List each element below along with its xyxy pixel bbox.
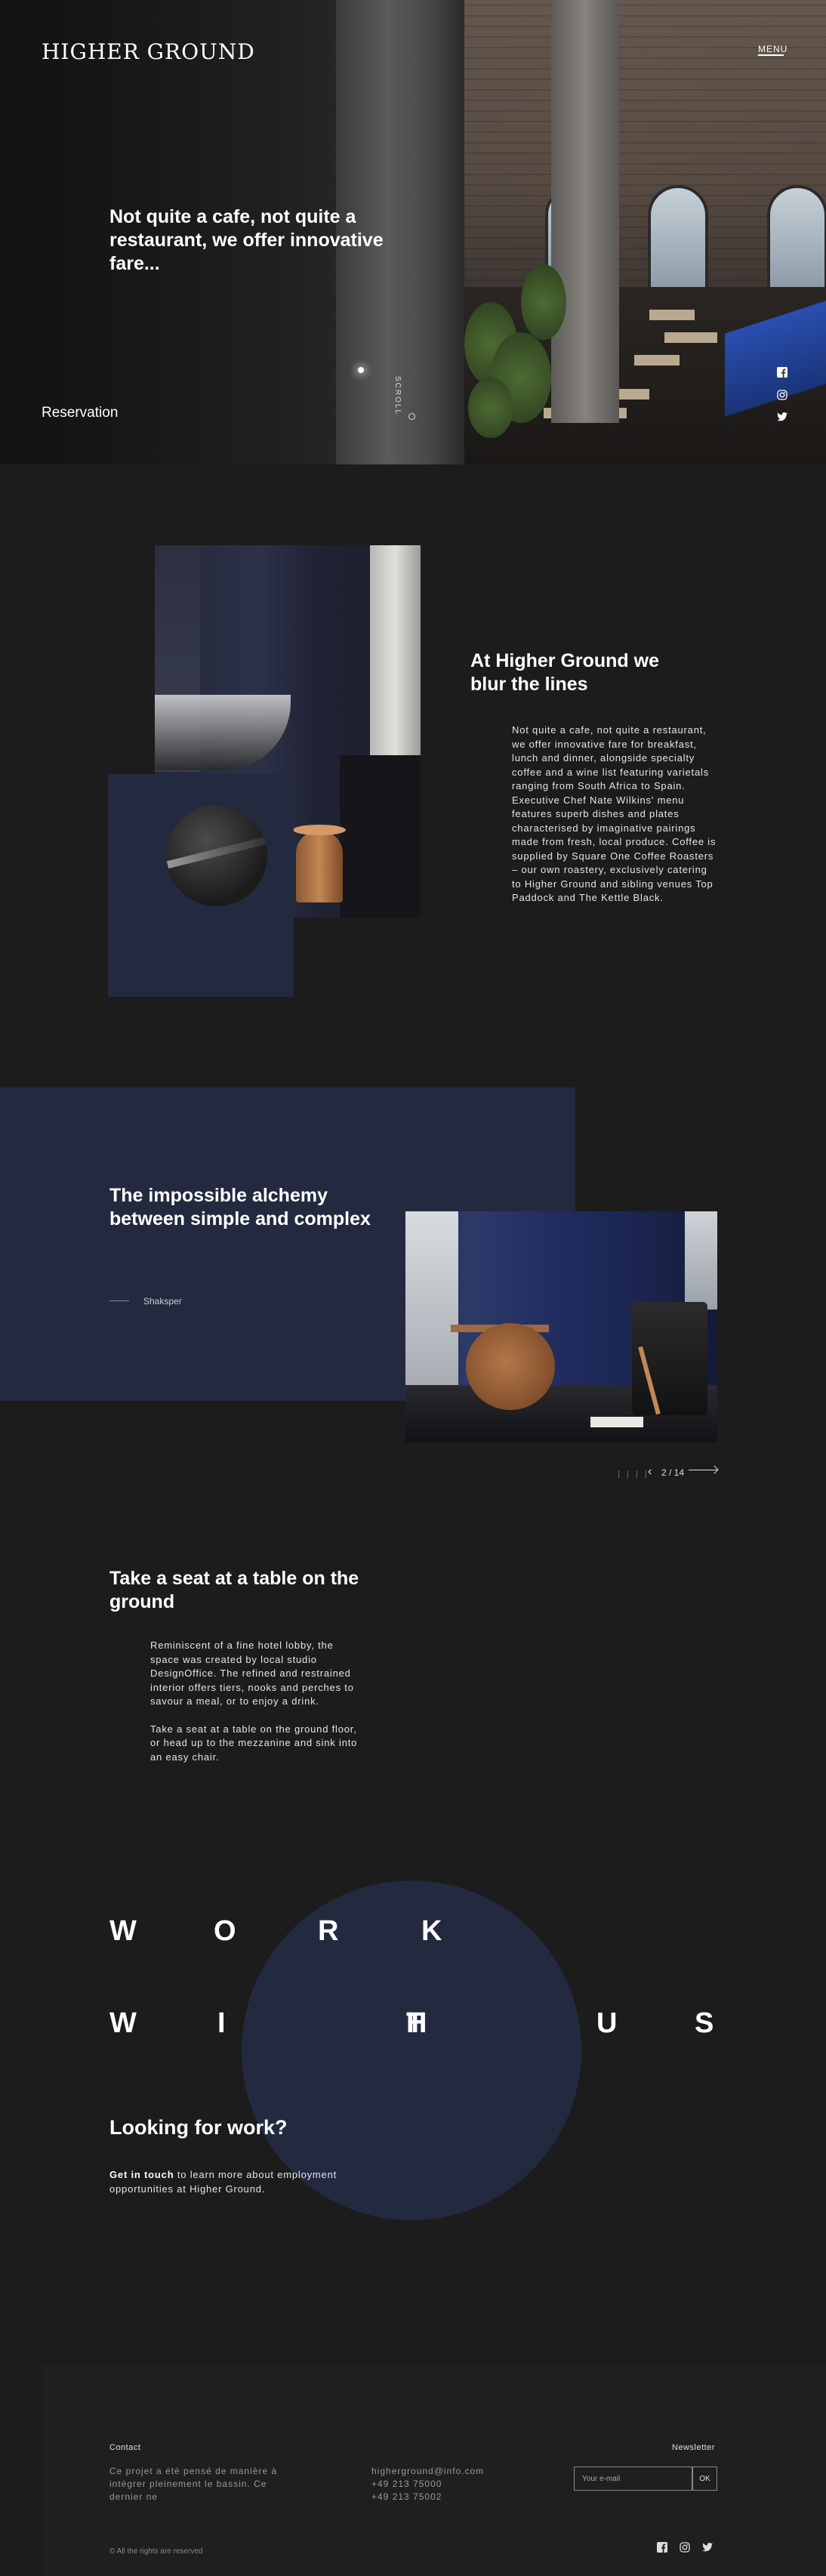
facebook-icon[interactable]: [657, 2542, 670, 2556]
hero-table: [664, 332, 717, 343]
work-letter: U: [596, 2007, 618, 2039]
about-photo-floor: [340, 755, 421, 918]
seat-paragraph: Reminiscent of a fine hotel lobby, the s…: [150, 1640, 354, 1707]
work-letter: K: [421, 1915, 442, 1947]
about-photo-concrete: [370, 545, 421, 764]
reservation-link[interactable]: Reservation: [42, 405, 118, 421]
slider-progress-bars: | | | |: [618, 1470, 649, 1479]
footer-email[interactable]: higherground@info.com: [371, 2465, 484, 2478]
about-photo-stool: [296, 831, 343, 902]
newsletter-email-input[interactable]: [574, 2466, 692, 2491]
work-heading: Looking for work?: [109, 2116, 288, 2139]
twitter-icon[interactable]: [702, 2542, 716, 2556]
hero-plant: [468, 378, 513, 438]
menu-underline: [758, 54, 784, 56]
newsletter-submit-button[interactable]: OK: [692, 2466, 717, 2491]
hero-lamp: [358, 367, 364, 373]
about-circle-photo: [166, 805, 267, 906]
instagram-icon[interactable]: [680, 2542, 693, 2556]
quote-author-dash: [109, 1300, 129, 1301]
slider-counter: 2 / 14: [661, 1467, 685, 1478]
facebook-icon[interactable]: [776, 367, 788, 379]
seat-body: Reminiscent of a fine hotel lobby, the s…: [150, 1639, 365, 1764]
hero-arched-window: [767, 185, 826, 298]
slider-photo-round-table: [466, 1323, 555, 1410]
quote-heading: The impossible alchemy between simple an…: [109, 1185, 371, 1229]
scroll-label: SCROLL: [393, 376, 402, 416]
about-heading: At Higher Ground we blur the lines: [470, 650, 659, 695]
hero-plant: [521, 264, 566, 340]
slider-next-arrowhead-icon[interactable]: [710, 1465, 719, 1474]
about-body: Not quite a cafe, not quite a restaurant…: [512, 724, 717, 903]
slider-photo-window: [685, 1211, 717, 1310]
hero-table: [649, 310, 695, 320]
hero-arched-window: [648, 185, 708, 298]
footer-newsletter-label: Newsletter: [672, 2443, 715, 2452]
slider-prev-button[interactable]: ‹: [648, 1465, 652, 1479]
hero-section: HIGHER GROUND MENU Not quite a cafe, not…: [0, 0, 826, 464]
work-letter: H: [406, 2007, 427, 2039]
get-in-touch-link[interactable]: Get in touch: [109, 2169, 174, 2180]
menu-button[interactable]: MENU: [758, 44, 787, 54]
site-logo[interactable]: HIGHER GROUND: [42, 39, 255, 64]
work-letter: W: [109, 1915, 137, 1947]
scroll-indicator-icon[interactable]: [408, 413, 415, 420]
work-letter: I: [217, 2007, 226, 2039]
work-body: Get in touch to learn more about employm…: [109, 2167, 351, 2196]
slider-photo-books: [590, 1417, 643, 1427]
footer-phone[interactable]: +49 213 75000: [371, 2478, 442, 2491]
slider-photo: [405, 1211, 717, 1442]
twitter-icon[interactable]: [776, 412, 788, 424]
work-letter: O: [214, 1915, 236, 1947]
quote-author: Shakspeг: [143, 1296, 183, 1307]
hero-column: [551, 0, 619, 423]
instagram-icon[interactable]: [776, 390, 788, 402]
footer-phone[interactable]: +49 213 75002: [371, 2491, 442, 2504]
slider-photo-window: [405, 1211, 458, 1393]
footer-contact-text: Ce projet a été pensé de manière à intég…: [109, 2466, 278, 2502]
footer-contact-label: Contact: [109, 2443, 141, 2452]
seat-paragraph: Take a seat at a table on the ground flo…: [150, 1723, 358, 1763]
hero-title: Not quite a cafe, not quite a restaurant…: [109, 206, 384, 274]
work-letter: W: [109, 2007, 137, 2039]
about-circle-rail: [166, 836, 267, 869]
seat-heading: Take a seat at a table on the ground: [109, 1568, 359, 1612]
about-photo-stool-top: [293, 825, 346, 835]
footer-copyright: © All the rights are reserved: [109, 2547, 203, 2556]
work-letter: S: [695, 2007, 714, 2039]
hero-table: [634, 355, 680, 366]
work-letter: R: [318, 1915, 339, 1947]
